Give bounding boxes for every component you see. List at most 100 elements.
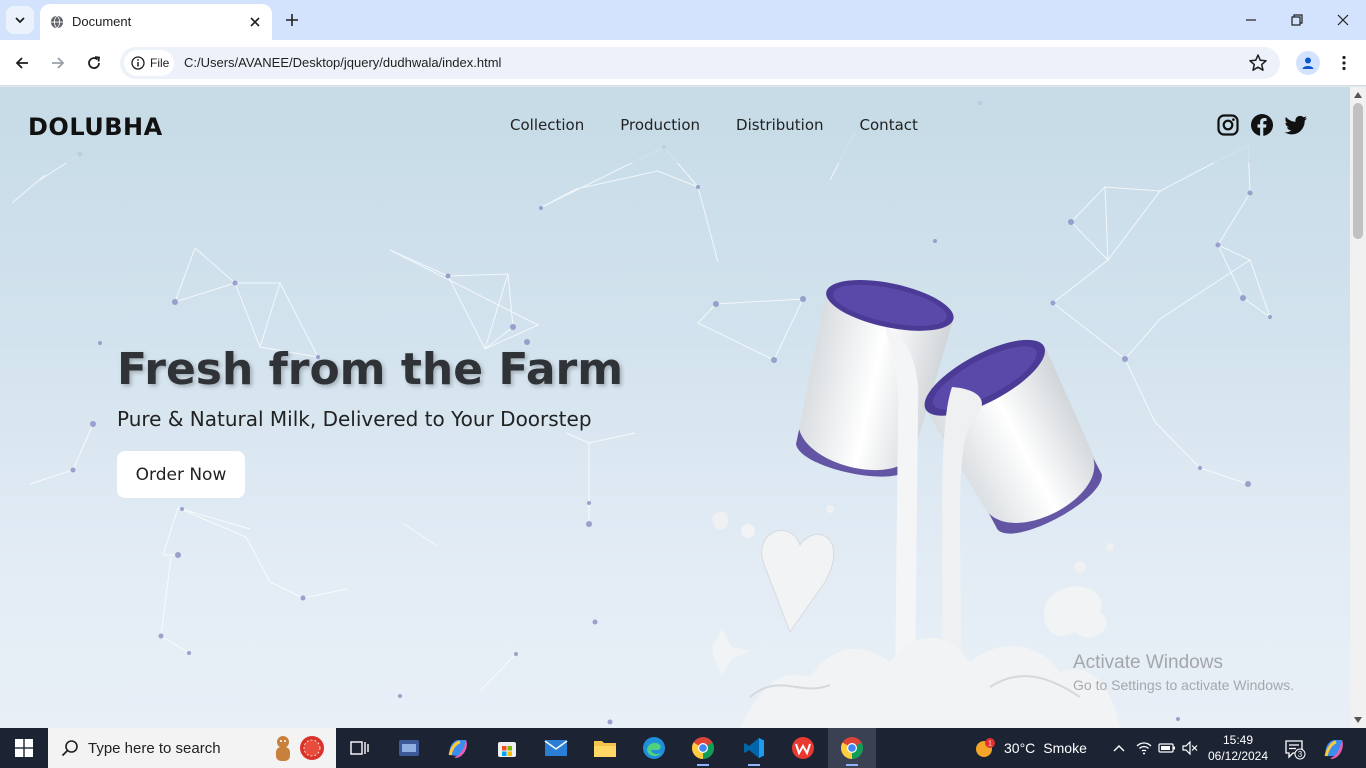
browser-tab-bar: Document (0, 0, 1366, 40)
nav-contact[interactable]: Contact (860, 116, 918, 134)
chrome-icon (692, 737, 714, 759)
weather-description: Smoke (1043, 740, 1087, 756)
volume-status[interactable] (1180, 738, 1200, 758)
browser-tab[interactable]: Document (40, 4, 272, 40)
folder-icon (594, 741, 616, 757)
restore-icon (1291, 14, 1303, 26)
instagram-icon[interactable] (1216, 113, 1240, 137)
copilot-icon (448, 740, 467, 758)
minimize-icon (1246, 19, 1256, 21)
globe-icon (50, 15, 64, 29)
taskbar-app-store[interactable] (483, 728, 531, 768)
network-status[interactable] (1134, 738, 1154, 758)
svg-text:1: 1 (988, 741, 992, 748)
taskbar-app-copilot[interactable] (434, 728, 482, 768)
taskbar-app-mail[interactable] (532, 728, 580, 768)
scroll-down-button[interactable] (1350, 712, 1366, 728)
clock-date: 06/12/2024 (1207, 749, 1269, 763)
person-icon (1302, 57, 1314, 69)
wifi-icon (1136, 742, 1152, 755)
close-icon (250, 17, 260, 27)
browser-toolbar: File C:/Users/AVANEE/Desktop/jquery/dudh… (0, 40, 1366, 86)
back-button[interactable] (10, 51, 34, 75)
volume-muted-icon (1182, 741, 1198, 755)
taskbar-app-wps[interactable] (779, 728, 827, 768)
chevron-down-icon (15, 17, 25, 24)
profile-button[interactable] (1296, 51, 1320, 75)
clock-time: 15:49 (1222, 733, 1254, 747)
show-hidden-icons-button[interactable] (1109, 738, 1129, 758)
social-links (1216, 113, 1308, 137)
battery-icon (1158, 743, 1175, 753)
mail-icon (544, 740, 568, 756)
nav-collection[interactable]: Collection (510, 116, 584, 134)
chrome-icon (841, 737, 863, 759)
edge-icon (643, 737, 665, 759)
page-scrollbar[interactable] (1350, 87, 1366, 728)
weather-widget[interactable]: 1 30°C Smoke (974, 728, 1087, 768)
triangle-up-icon (1354, 92, 1362, 98)
forward-button[interactable] (46, 51, 70, 75)
search-highlight-icon[interactable] (270, 732, 330, 764)
start-button[interactable] (0, 728, 48, 768)
page-viewport: DOLUBHA Collection Production Distributi… (0, 87, 1350, 728)
watermark-title: Activate Windows (1073, 652, 1223, 673)
bookmark-star-icon[interactable] (1248, 53, 1268, 73)
notification-center-icon[interactable]: 3 (1284, 738, 1306, 760)
windows-taskbar: Type here to search 1 30°C Smoke 15:49 0… (0, 728, 1366, 768)
taskbar-clock[interactable]: 15:49 06/12/2024 (1206, 732, 1270, 764)
facebook-icon[interactable] (1250, 113, 1274, 137)
twitter-icon[interactable] (1284, 113, 1308, 137)
taskbar-app-vscode[interactable] (730, 728, 778, 768)
task-view-button[interactable] (336, 728, 384, 768)
taskbar-app-chrome-profile[interactable] (679, 728, 727, 768)
copilot-tray-icon[interactable] (1321, 736, 1347, 762)
taskbar-app-sql[interactable] (385, 728, 433, 768)
nav-distribution[interactable]: Distribution (736, 116, 824, 134)
info-icon (131, 56, 145, 70)
plus-icon (286, 14, 298, 26)
search-placeholder: Type here to search (88, 740, 221, 757)
browser-menu-button[interactable] (1332, 51, 1356, 75)
svg-text:3: 3 (1298, 750, 1303, 759)
restore-button[interactable] (1285, 8, 1309, 32)
tab-title: Document (72, 14, 132, 29)
taskbar-app-chrome[interactable] (828, 728, 876, 768)
main-nav: Collection Production Distribution Conta… (510, 116, 918, 134)
order-now-button[interactable]: Order Now (117, 451, 245, 498)
tab-search-button[interactable] (6, 6, 34, 34)
taskbar-app-file-explorer[interactable] (581, 728, 629, 768)
new-tab-button[interactable] (281, 9, 303, 31)
activate-windows-watermark: Activate Windows Go to Settings to activ… (1073, 652, 1294, 693)
scroll-thumb[interactable] (1353, 103, 1363, 239)
search-icon (61, 740, 78, 757)
taskbar-app-edge[interactable] (630, 728, 678, 768)
task-view-icon (350, 741, 369, 755)
arrow-right-icon (52, 57, 65, 69)
site-header: DOLUBHA Collection Production Distributi… (0, 87, 1350, 163)
address-bar[interactable]: File C:/Users/AVANEE/Desktop/jquery/dudh… (120, 47, 1280, 79)
arrow-left-icon (15, 57, 28, 69)
close-icon (1337, 14, 1349, 26)
database-app-icon (399, 740, 419, 756)
battery-status[interactable] (1157, 738, 1177, 758)
chevron-up-icon (1113, 745, 1125, 752)
window-close-button[interactable] (1331, 8, 1355, 32)
reload-button[interactable] (82, 51, 106, 75)
minimize-button[interactable] (1239, 8, 1263, 32)
weather-sun-icon: 1 (976, 738, 995, 757)
file-chip-label: File (150, 56, 170, 70)
site-logo[interactable]: DOLUBHA (28, 113, 163, 141)
hero-subtitle: Pure & Natural Milk, Delivered to Your D… (117, 407, 592, 431)
site-info-chip[interactable]: File (124, 50, 174, 76)
weather-temperature: 30°C (1004, 740, 1036, 756)
tab-close-button[interactable] (246, 13, 264, 31)
windows-logo-icon (15, 739, 33, 757)
nav-production[interactable]: Production (620, 116, 700, 134)
more-vertical-icon (1342, 55, 1346, 71)
watermark-subtitle: Go to Settings to activate Windows. (1073, 677, 1294, 693)
scroll-up-button[interactable] (1350, 87, 1366, 103)
url-text[interactable]: C:/Users/AVANEE/Desktop/jquery/dudhwala/… (184, 55, 501, 70)
wps-office-icon (792, 737, 814, 759)
triangle-down-icon (1354, 717, 1362, 723)
